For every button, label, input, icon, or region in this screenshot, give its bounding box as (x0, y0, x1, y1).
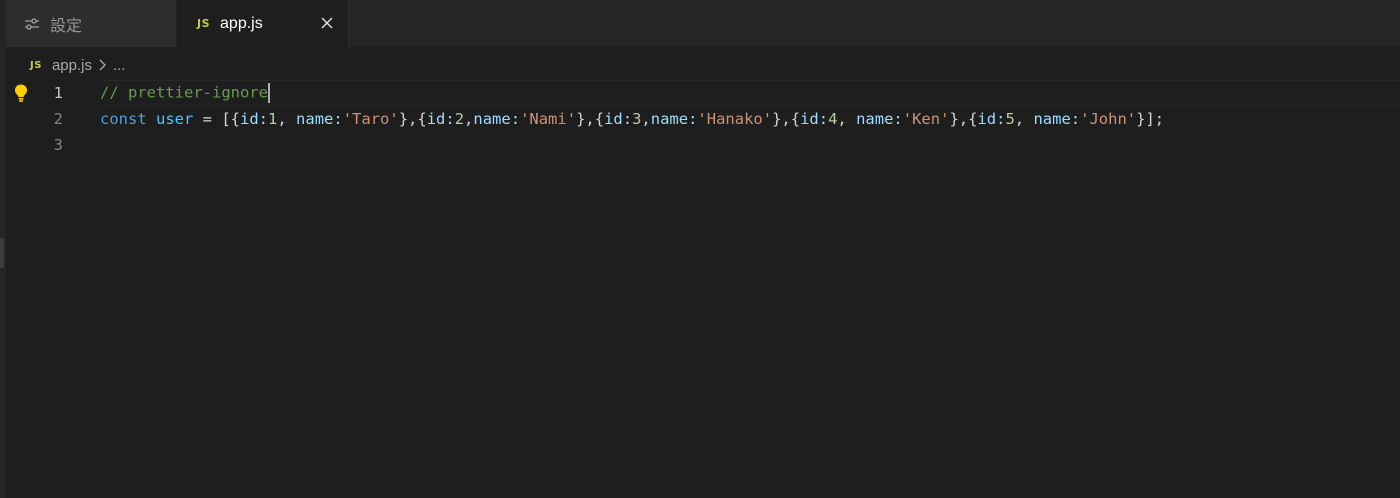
code-number: 3 (632, 110, 642, 128)
code-property: name: (1033, 110, 1081, 128)
code-property: name: (473, 110, 521, 128)
code-number: 1 (268, 110, 278, 128)
code-property: name: (856, 110, 903, 128)
code-punctuation: },{ (398, 110, 427, 128)
code-punctuation: },{ (576, 110, 605, 128)
code-keyword: const (100, 110, 147, 128)
tab-settings-label: 設定 (50, 17, 83, 35)
tab-bar: 設定 JS app.js (6, 0, 1400, 48)
tab-app-js[interactable]: JS app.js (177, 0, 349, 47)
close-icon[interactable] (318, 14, 336, 32)
code-punctuation: , (837, 110, 857, 128)
code-punctuation: , (1014, 110, 1034, 128)
code-property: id: (426, 110, 455, 128)
code-punctuation: },{ (949, 110, 978, 128)
code-property: name: (296, 110, 343, 128)
breadcrumb-more[interactable]: ... (113, 57, 126, 74)
line-number: 3 (53, 136, 63, 154)
editor-window: 設定 JS app.js JS app.js ... 1 // prettier… (0, 0, 1400, 498)
line-number: 2 (53, 110, 63, 128)
code-operator: = (193, 110, 222, 128)
code-editor[interactable]: 1 // prettier-ignore 2 const user = [{id… (6, 80, 1400, 498)
code-property: name: (650, 110, 698, 128)
code-number: 2 (454, 110, 465, 128)
tab-app-js-label: app.js (220, 14, 263, 32)
line-2-content: const user = [{id:1, name:'Taro'},{id:2,… (100, 110, 1164, 128)
code-property: id: (977, 110, 1006, 128)
code-punctuation: }]; (1136, 110, 1165, 128)
code-variable: user (156, 110, 194, 128)
code-punctuation: , (277, 110, 297, 128)
code-string: 'Hanako' (697, 110, 773, 128)
js-file-icon: JS (197, 17, 211, 30)
line-1-content: // prettier-ignore (100, 83, 270, 103)
code-punctuation: [{ (221, 110, 241, 128)
settings-sliders-icon (24, 17, 40, 31)
line-number: 1 (53, 84, 63, 102)
code-string: 'John' (1080, 110, 1137, 128)
code-number: 5 (1005, 110, 1015, 128)
chevron-right-icon (98, 59, 106, 71)
code-property: id: (604, 110, 633, 128)
code-punctuation: , (641, 110, 651, 128)
current-line-highlight (100, 80, 1400, 106)
code-punctuation: , (464, 110, 474, 128)
js-file-icon: JS (30, 59, 42, 71)
edge-marker (0, 238, 4, 268)
breadcrumb-file[interactable]: app.js (52, 57, 92, 74)
code-string: 'Ken' (902, 110, 950, 128)
code-property: id: (240, 110, 269, 128)
code-string: 'Taro' (342, 110, 399, 128)
code-string: 'Nami' (520, 110, 577, 128)
tab-settings[interactable]: 設定 (6, 0, 177, 47)
text-cursor (267, 83, 270, 103)
code-property: id: (800, 110, 829, 128)
breadcrumb: JS app.js ... (30, 52, 125, 78)
code-comment: // prettier-ignore (100, 83, 268, 102)
code-punctuation: },{ (772, 110, 801, 128)
